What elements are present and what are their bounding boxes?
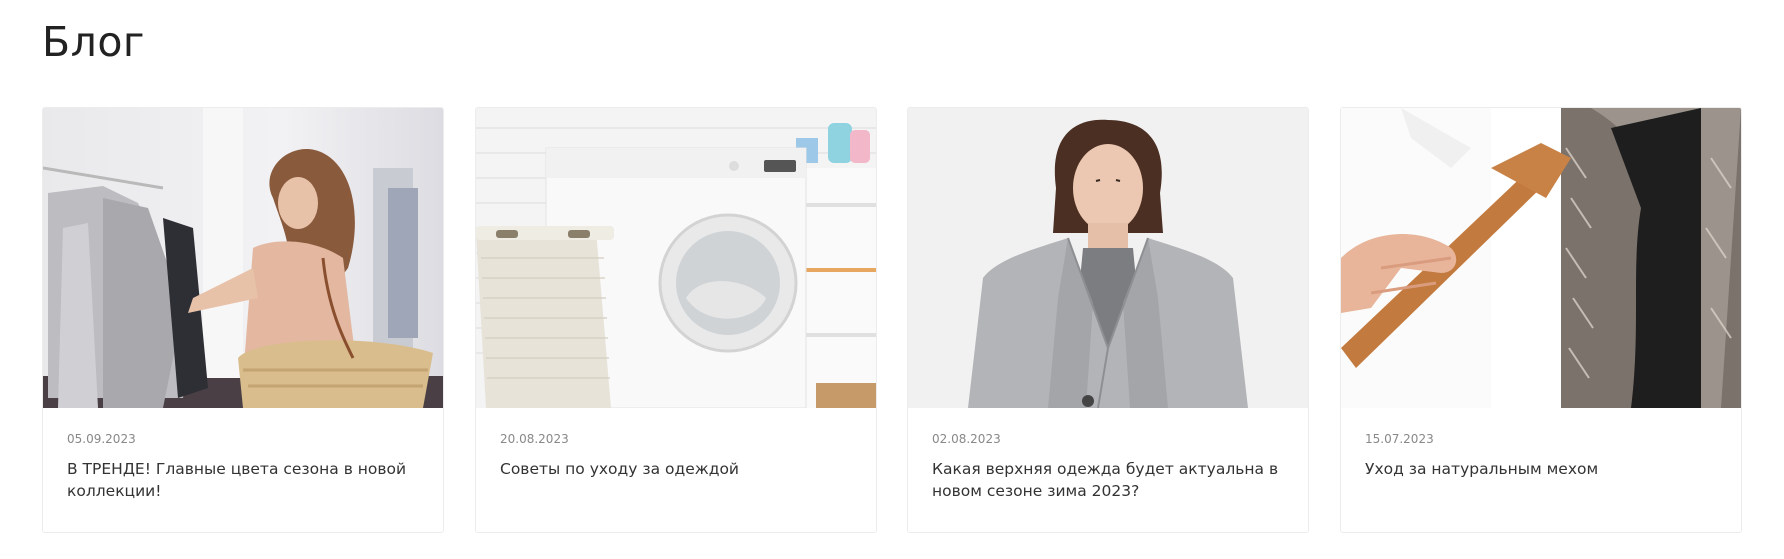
post-title[interactable]: Какая верхняя одежда будет актуальна в н… bbox=[932, 458, 1282, 502]
post-date: 20.08.2023 bbox=[500, 432, 569, 446]
post-image-laundry[interactable] bbox=[476, 108, 876, 408]
post-image-shopping[interactable] bbox=[43, 108, 443, 408]
page-title: Блог bbox=[42, 18, 145, 66]
post-date: 05.09.2023 bbox=[67, 432, 136, 446]
post-date: 15.07.2023 bbox=[1365, 432, 1434, 446]
post-image-fur[interactable] bbox=[1341, 108, 1741, 408]
blog-card[interactable]: 20.08.2023 Советы по уходу за одеждой bbox=[475, 107, 877, 533]
post-title[interactable]: Советы по уходу за одеждой bbox=[500, 458, 850, 480]
post-title[interactable]: Уход за натуральным мехом bbox=[1365, 458, 1715, 480]
blog-section: Блог 05.09.2023 В ТРЕНДЕ! Главные цвета … bbox=[0, 0, 1784, 559]
post-image-coat[interactable] bbox=[908, 108, 1308, 408]
blog-card[interactable]: 02.08.2023 Какая верхняя одежда будет ак… bbox=[907, 107, 1309, 533]
blog-card[interactable]: 15.07.2023 Уход за натуральным мехом bbox=[1340, 107, 1742, 533]
post-date: 02.08.2023 bbox=[932, 432, 1001, 446]
blog-card[interactable]: 05.09.2023 В ТРЕНДЕ! Главные цвета сезон… bbox=[42, 107, 444, 533]
post-title[interactable]: В ТРЕНДЕ! Главные цвета сезона в новой к… bbox=[67, 458, 417, 502]
